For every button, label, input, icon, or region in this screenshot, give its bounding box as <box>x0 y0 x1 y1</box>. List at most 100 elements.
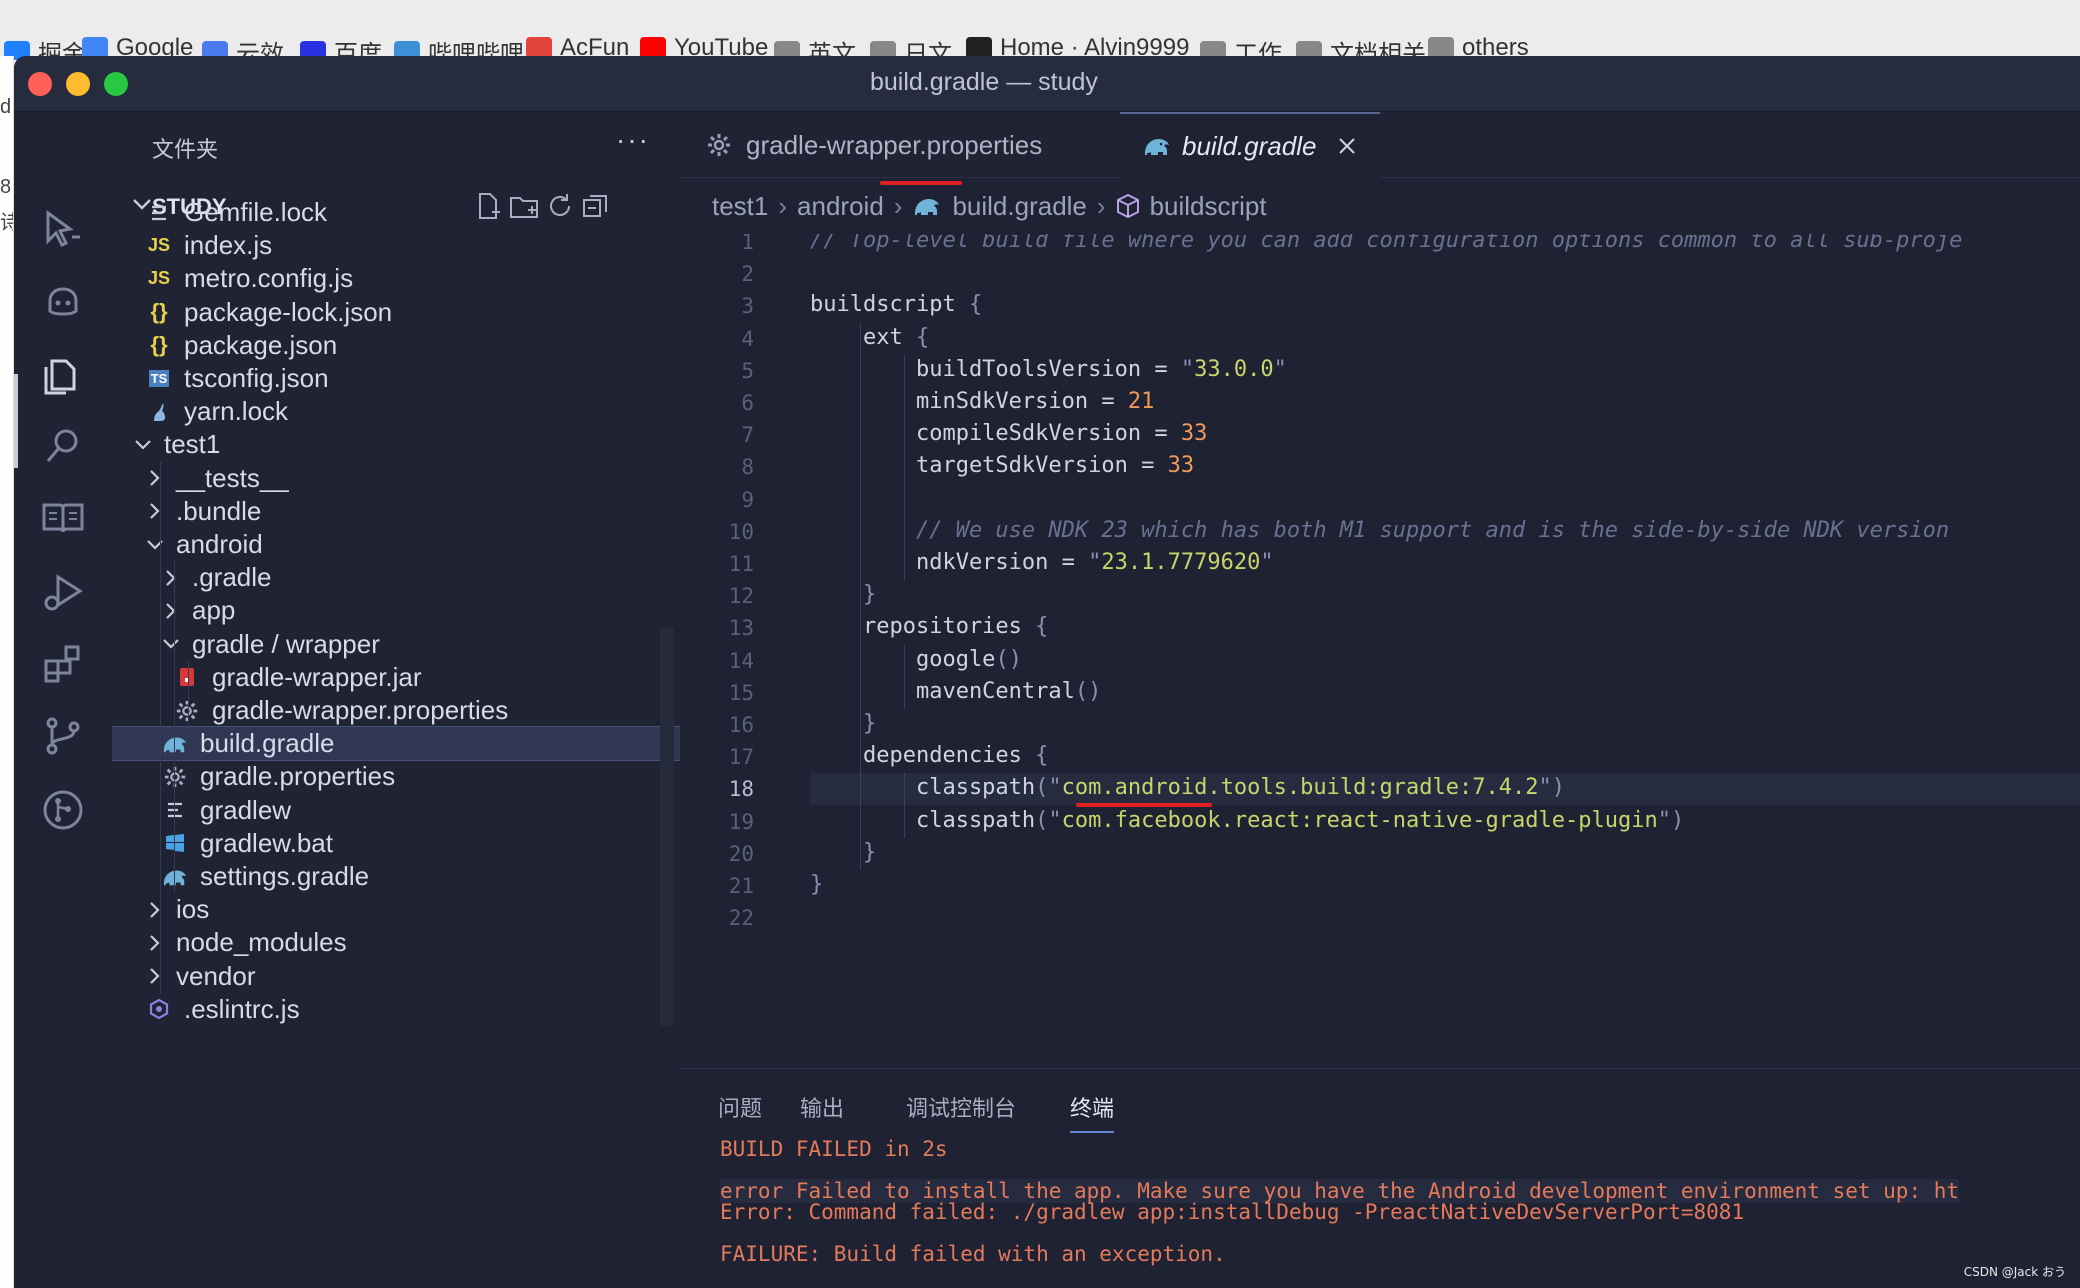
tree-file[interactable]: {} package.json <box>112 329 680 362</box>
tree-file[interactable]: {} package-lock.json <box>112 296 680 329</box>
run-debug-icon[interactable] <box>14 556 112 628</box>
tree-folder[interactable]: android <box>112 528 680 561</box>
code-line: google() <box>810 646 1022 672</box>
jar-file-icon <box>172 666 202 688</box>
line-number: 13 <box>728 616 754 641</box>
line-number: 17 <box>728 745 754 770</box>
source-control-icon[interactable] <box>14 700 112 772</box>
indent-guide <box>904 644 905 709</box>
chevron-right-icon <box>140 467 170 489</box>
chevron-right-icon <box>140 500 170 522</box>
tree-folder[interactable]: node_modules <box>112 926 680 959</box>
tree-file[interactable]: Gemfile.lock <box>112 196 680 229</box>
explorer-icon[interactable] <box>14 338 112 410</box>
tree-folder[interactable]: vendor <box>112 960 680 993</box>
js-file-icon: JS <box>147 235 171 256</box>
sidebar-scrollbar[interactable] <box>660 627 674 1026</box>
terminal-line: FAILURE: Build failed with an exception. <box>720 1242 1226 1266</box>
chevron-right-icon: › <box>1096 190 1106 221</box>
git-graph-icon[interactable] <box>14 774 112 846</box>
copilot-icon[interactable] <box>14 266 112 338</box>
background-window-peek: d 8 诗 <box>0 56 14 1288</box>
line-number: 12 <box>728 584 754 609</box>
code-line: ndkVersion = "23.1.7779620" <box>810 550 1274 575</box>
code-line: } <box>862 711 877 736</box>
remote-pointer-icon[interactable] <box>14 194 112 266</box>
gradle-elephant-icon <box>160 865 190 889</box>
tree-file[interactable]: gradle.properties <box>112 760 680 793</box>
code-line: buildToolsVersion = "33.0.0" <box>810 356 1287 382</box>
code-editor[interactable]: 1 // Top-level build file where you can a… <box>680 234 2080 1068</box>
tree-item-label: .gradle <box>192 562 272 593</box>
line-number: 5 <box>741 358 754 383</box>
book-icon[interactable] <box>14 482 112 554</box>
background-text: 8 <box>0 176 12 198</box>
tree-folder[interactable]: gradle / wrapper <box>112 628 680 661</box>
extensions-icon[interactable] <box>14 628 112 700</box>
tree-item-label: gradle-wrapper.jar <box>212 661 422 692</box>
tab-build-gradle[interactable]: build.gradle <box>1120 112 1380 178</box>
line-number: 10 <box>728 519 754 544</box>
tree-folder[interactable]: __tests__ <box>112 462 680 495</box>
tree-folder[interactable]: .bundle <box>112 495 680 528</box>
tab-output[interactable]: 输出 <box>800 1091 844 1123</box>
tree-folder[interactable]: .gradle <box>112 561 680 594</box>
chevron-right-icon <box>140 932 170 954</box>
tree-folder[interactable]: test1 <box>112 428 680 461</box>
tree-folder[interactable]: app <box>112 594 680 627</box>
tree-file[interactable]: TS tsconfig.json <box>112 362 680 395</box>
tree-item-label: .eslintrc.js <box>184 993 300 1024</box>
tree-file[interactable]: gradlew.bat <box>112 827 680 860</box>
json-file-icon: {} <box>150 332 168 358</box>
tab-problems[interactable]: 问题 <box>718 1091 762 1123</box>
line-number: 20 <box>728 841 754 866</box>
tree-folder[interactable]: ios <box>112 893 680 926</box>
breadcrumb-item[interactable]: android <box>797 191 884 222</box>
tree-file[interactable]: build.gradle <box>112 726 680 762</box>
tree-item-label: package.json <box>184 329 338 360</box>
tree-file[interactable]: gradle-wrapper.properties <box>112 694 680 727</box>
gear-icon <box>160 765 190 789</box>
chevron-right-icon <box>140 899 170 921</box>
search-icon[interactable] <box>14 410 112 482</box>
tree-item-label: tsconfig.json <box>184 363 329 394</box>
tree-item-label: .bundle <box>176 495 262 526</box>
line-number: 19 <box>728 809 754 834</box>
chevron-right-icon <box>140 965 170 987</box>
more-actions-button[interactable]: ··· <box>616 124 650 156</box>
tree-file[interactable]: JS index.js <box>112 229 680 262</box>
gradle-elephant-icon <box>160 732 190 756</box>
tree-file[interactable]: yarn.lock <box>112 395 680 428</box>
gradle-elephant-icon <box>912 193 942 219</box>
cube-icon <box>1116 193 1140 219</box>
indent-guide <box>174 561 175 894</box>
activity-bar <box>14 112 112 1288</box>
code-line: targetSdkVersion = 33 <box>810 453 1195 479</box>
close-icon[interactable] <box>1336 135 1358 157</box>
tab-debug-console[interactable]: 调试控制台 <box>906 1091 1016 1123</box>
tree-item-label: android <box>176 529 263 560</box>
tree-file[interactable]: gradlew <box>112 794 680 827</box>
breadcrumb-item[interactable]: test1 <box>712 191 768 222</box>
tree-file[interactable]: gradle-wrapper.jar <box>112 661 680 694</box>
eslint-icon <box>144 998 174 1020</box>
line-number: 18 <box>728 777 754 802</box>
tree-item-label: Gemfile.lock <box>184 197 328 228</box>
js-file-icon: JS <box>147 268 171 289</box>
breadcrumb-item[interactable]: buildscript <box>1150 191 1267 222</box>
tree-item-label: vendor <box>176 960 256 991</box>
tab-terminal[interactable]: 终端 <box>1070 1091 1115 1133</box>
indent-guide <box>188 660 189 728</box>
chevron-right-icon: › <box>778 190 788 221</box>
tree-file[interactable]: JS metro.config.js <box>112 262 680 295</box>
breadcrumb-item[interactable]: build.gradle <box>952 191 1086 222</box>
code-line: } <box>810 872 824 897</box>
line-number: 8 <box>741 455 754 480</box>
tree-item-label: build.gradle <box>200 728 335 759</box>
tree-item-label: __tests__ <box>176 462 289 493</box>
tree-item-label: test1 <box>164 429 221 460</box>
code-line: dependencies { <box>810 743 1049 769</box>
tab-gradle-wrapper-properties[interactable]: gradle-wrapper.properties <box>680 112 1120 178</box>
tree-file[interactable]: settings.gradle <box>112 860 680 893</box>
tree-file[interactable]: .eslintrc.js <box>112 993 680 1026</box>
